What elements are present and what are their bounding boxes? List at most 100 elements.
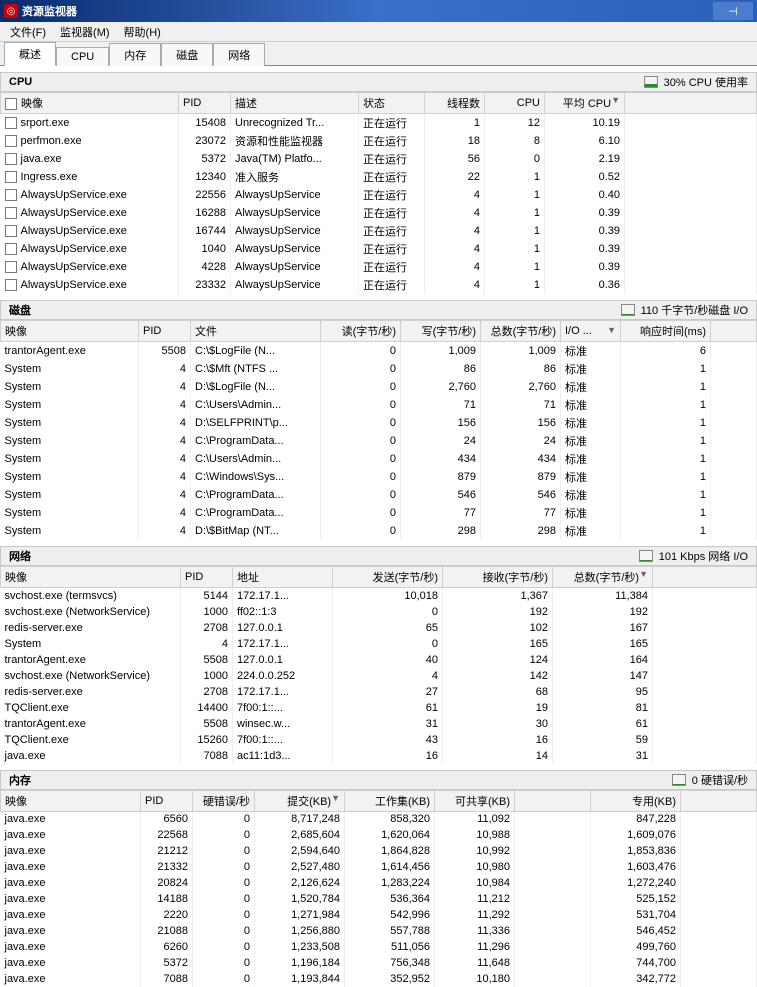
table-row[interactable]: java.exe2082402,126,6241,283,22410,9841,… — [1, 875, 757, 891]
cell: 21332 — [141, 859, 193, 875]
table-row[interactable]: System4172.17.1...0165165 — [1, 636, 757, 652]
table-row[interactable]: System4C:\ProgramData...07777标准1 — [1, 504, 757, 522]
table-row[interactable]: System4D:\$BitMap (NT...0298298标准1 — [1, 522, 757, 540]
table-row[interactable]: trantorAgent.exe5508winsec.w...313061 — [1, 716, 757, 732]
section-header-memory[interactable]: 内存 0 硬错误/秒 — [0, 770, 757, 790]
row-checkbox[interactable] — [5, 207, 17, 219]
table-row[interactable]: svchost.exe (termsvcs)5144172.17.1...10,… — [1, 588, 757, 604]
table-row[interactable]: System4C:\Windows\Sys...0879879标准1 — [1, 468, 757, 486]
tab-memory[interactable]: 内存 — [109, 43, 161, 66]
col-send[interactable]: 发送(字节/秒) — [333, 567, 443, 588]
row-checkbox[interactable] — [5, 189, 17, 201]
row-checkbox[interactable] — [5, 135, 17, 147]
col-image[interactable]: 映像 — [1, 790, 141, 811]
col-read[interactable]: 读(字节/秒) — [321, 321, 401, 342]
table-row[interactable]: java.exe1418801,520,784536,36411,212525,… — [1, 891, 757, 907]
section-header-disk[interactable]: 磁盘 110 千字节/秒磁盘 I/O — [0, 300, 757, 320]
col-cpu[interactable]: CPU — [485, 93, 545, 114]
row-checkbox[interactable] — [5, 279, 17, 291]
table-row[interactable]: java.exe2133202,527,4801,614,45610,9801,… — [1, 859, 757, 875]
row-checkbox[interactable] — [5, 153, 17, 165]
menu-file[interactable]: 文件(F) — [4, 22, 52, 42]
menu-help[interactable]: 帮助(H) — [118, 22, 167, 42]
col-total[interactable]: 总数(字节/秒)▼ — [553, 567, 653, 588]
col-response-time[interactable]: 响应时间(ms) — [621, 321, 711, 342]
row-checkbox[interactable] — [5, 225, 17, 237]
tab-overview[interactable]: 概述 — [4, 42, 56, 66]
header-checkbox[interactable] — [5, 98, 17, 110]
table-row[interactable]: java.exe2121202,594,6401,864,82810,9921,… — [1, 843, 757, 859]
table-row[interactable]: perfmon.exe 23072资源和性能监视器正在运行1886.10 — [1, 132, 757, 150]
table-row[interactable]: TQClient.exe144007f00:1::...611981 — [1, 700, 757, 716]
table-row[interactable]: redis-server.exe2708172.17.1...276895 — [1, 684, 757, 700]
table-row[interactable]: java.exe7088ac11:1d3...161431 — [1, 748, 757, 764]
col-image[interactable]: 映像 — [1, 321, 139, 342]
col-avg-cpu[interactable]: 平均 CPU▼ — [545, 93, 625, 114]
tab-disk[interactable]: 磁盘 — [161, 43, 213, 66]
window-control-unknown[interactable]: ⊣ — [713, 2, 753, 20]
col-shareable[interactable]: 可共享(KB) — [435, 790, 515, 811]
table-row[interactable]: java.exe656008,717,248858,32011,092847,2… — [1, 811, 757, 827]
table-row[interactable]: TQClient.exe152607f00:1::...431659 — [1, 732, 757, 748]
row-checkbox[interactable] — [5, 171, 17, 183]
table-row[interactable]: java.exe2256802,685,6041,620,06410,9881,… — [1, 827, 757, 843]
row-checkbox[interactable] — [5, 243, 17, 255]
cell-image: srport.exe — [1, 114, 179, 133]
section-header-network[interactable]: 网络 101 Kbps 网络 I/O — [0, 546, 757, 566]
table-row[interactable]: trantorAgent.exe5508127.0.0.140124164 — [1, 652, 757, 668]
tab-cpu[interactable]: CPU — [56, 47, 109, 66]
col-threads[interactable]: 线程数 — [425, 93, 485, 114]
table-row[interactable]: System4C:\$Mft (NTFS ...08686标准1 — [1, 360, 757, 378]
cell: TQClient.exe — [1, 700, 181, 716]
col-image[interactable]: 映像 — [1, 93, 179, 114]
tab-network[interactable]: 网络 — [213, 43, 265, 66]
col-commit[interactable]: 提交(KB)▼ — [255, 790, 345, 811]
table-row[interactable]: AlwaysUpService.exe 16744AlwaysUpService… — [1, 222, 757, 240]
col-io-prio[interactable]: I/O ...▼ — [561, 321, 621, 342]
table-row[interactable]: System4C:\ProgramData...02424标准1 — [1, 432, 757, 450]
table-row[interactable]: AlwaysUpService.exe 23332AlwaysUpService… — [1, 276, 757, 294]
table-row[interactable]: AlwaysUpService.exe 1040AlwaysUpService正… — [1, 240, 757, 258]
table-row[interactable]: java.exe626001,233,508511,05611,296499,7… — [1, 939, 757, 955]
table-row[interactable]: Ingress.exe 12340准入服务正在运行2210.52 — [1, 168, 757, 186]
col-pid[interactable]: PID — [141, 790, 193, 811]
section-header-cpu[interactable]: CPU 30% CPU 使用率 — [0, 72, 757, 92]
col-working-set[interactable]: 工作集(KB) — [345, 790, 435, 811]
table-row[interactable]: AlwaysUpService.exe 16288AlwaysUpService… — [1, 204, 757, 222]
col-private[interactable]: 专用(KB) — [591, 790, 681, 811]
col-desc[interactable]: 描述 — [231, 93, 359, 114]
table-row[interactable]: java.exe2108801,256,880557,78811,336546,… — [1, 923, 757, 939]
col-status[interactable]: 状态 — [359, 93, 425, 114]
col-total[interactable]: 总数(字节/秒) — [481, 321, 561, 342]
table-row[interactable]: java.exe537201,196,184756,34811,648744,7… — [1, 955, 757, 971]
table-row[interactable]: java.exe222001,271,984542,99611,292531,7… — [1, 907, 757, 923]
cell: 1 — [485, 276, 545, 294]
table-row[interactable]: System4D:\$LogFile (N...02,7602,760标准1 — [1, 378, 757, 396]
table-row[interactable]: svchost.exe (NetworkService)1000224.0.0.… — [1, 668, 757, 684]
col-hard-faults[interactable]: 硬错误/秒 — [193, 790, 255, 811]
col-write[interactable]: 写(字节/秒) — [401, 321, 481, 342]
table-row[interactable]: java.exe708801,193,844352,95210,180342,7… — [1, 971, 757, 987]
table-row[interactable]: System4C:\Users\Admin...07171标准1 — [1, 396, 757, 414]
table-row[interactable]: AlwaysUpService.exe 22556AlwaysUpService… — [1, 186, 757, 204]
row-checkbox[interactable] — [5, 261, 17, 273]
col-image[interactable]: 映像 — [1, 567, 181, 588]
table-row[interactable]: AlwaysUpService.exe 4228AlwaysUpService正… — [1, 258, 757, 276]
table-row[interactable]: java.exe 5372Java(TM) Platfo...正在运行5602.… — [1, 150, 757, 168]
col-file[interactable]: 文件 — [191, 321, 321, 342]
table-row[interactable]: System4C:\Users\Admin...0434434标准1 — [1, 450, 757, 468]
col-pid[interactable]: PID — [181, 567, 233, 588]
table-row[interactable]: System4C:\ProgramData...0546546标准1 — [1, 486, 757, 504]
table-row[interactable]: redis-server.exe2708127.0.0.165102167 — [1, 620, 757, 636]
table-row[interactable]: System4D:\SELFPRINT\p...0156156标准1 — [1, 414, 757, 432]
cell: 0.39 — [545, 204, 625, 222]
col-pid[interactable]: PID — [179, 93, 231, 114]
col-address[interactable]: 地址 — [233, 567, 333, 588]
table-row[interactable]: srport.exe 15408Unrecognized Tr...正在运行11… — [1, 114, 757, 133]
menu-monitor[interactable]: 监视器(M) — [54, 22, 116, 42]
col-recv[interactable]: 接收(字节/秒) — [443, 567, 553, 588]
row-checkbox[interactable] — [5, 117, 17, 129]
table-row[interactable]: svchost.exe (NetworkService)1000ff02::1:… — [1, 604, 757, 620]
table-row[interactable]: trantorAgent.exe5508C:\$LogFile (N...01,… — [1, 342, 757, 361]
col-pid[interactable]: PID — [139, 321, 191, 342]
